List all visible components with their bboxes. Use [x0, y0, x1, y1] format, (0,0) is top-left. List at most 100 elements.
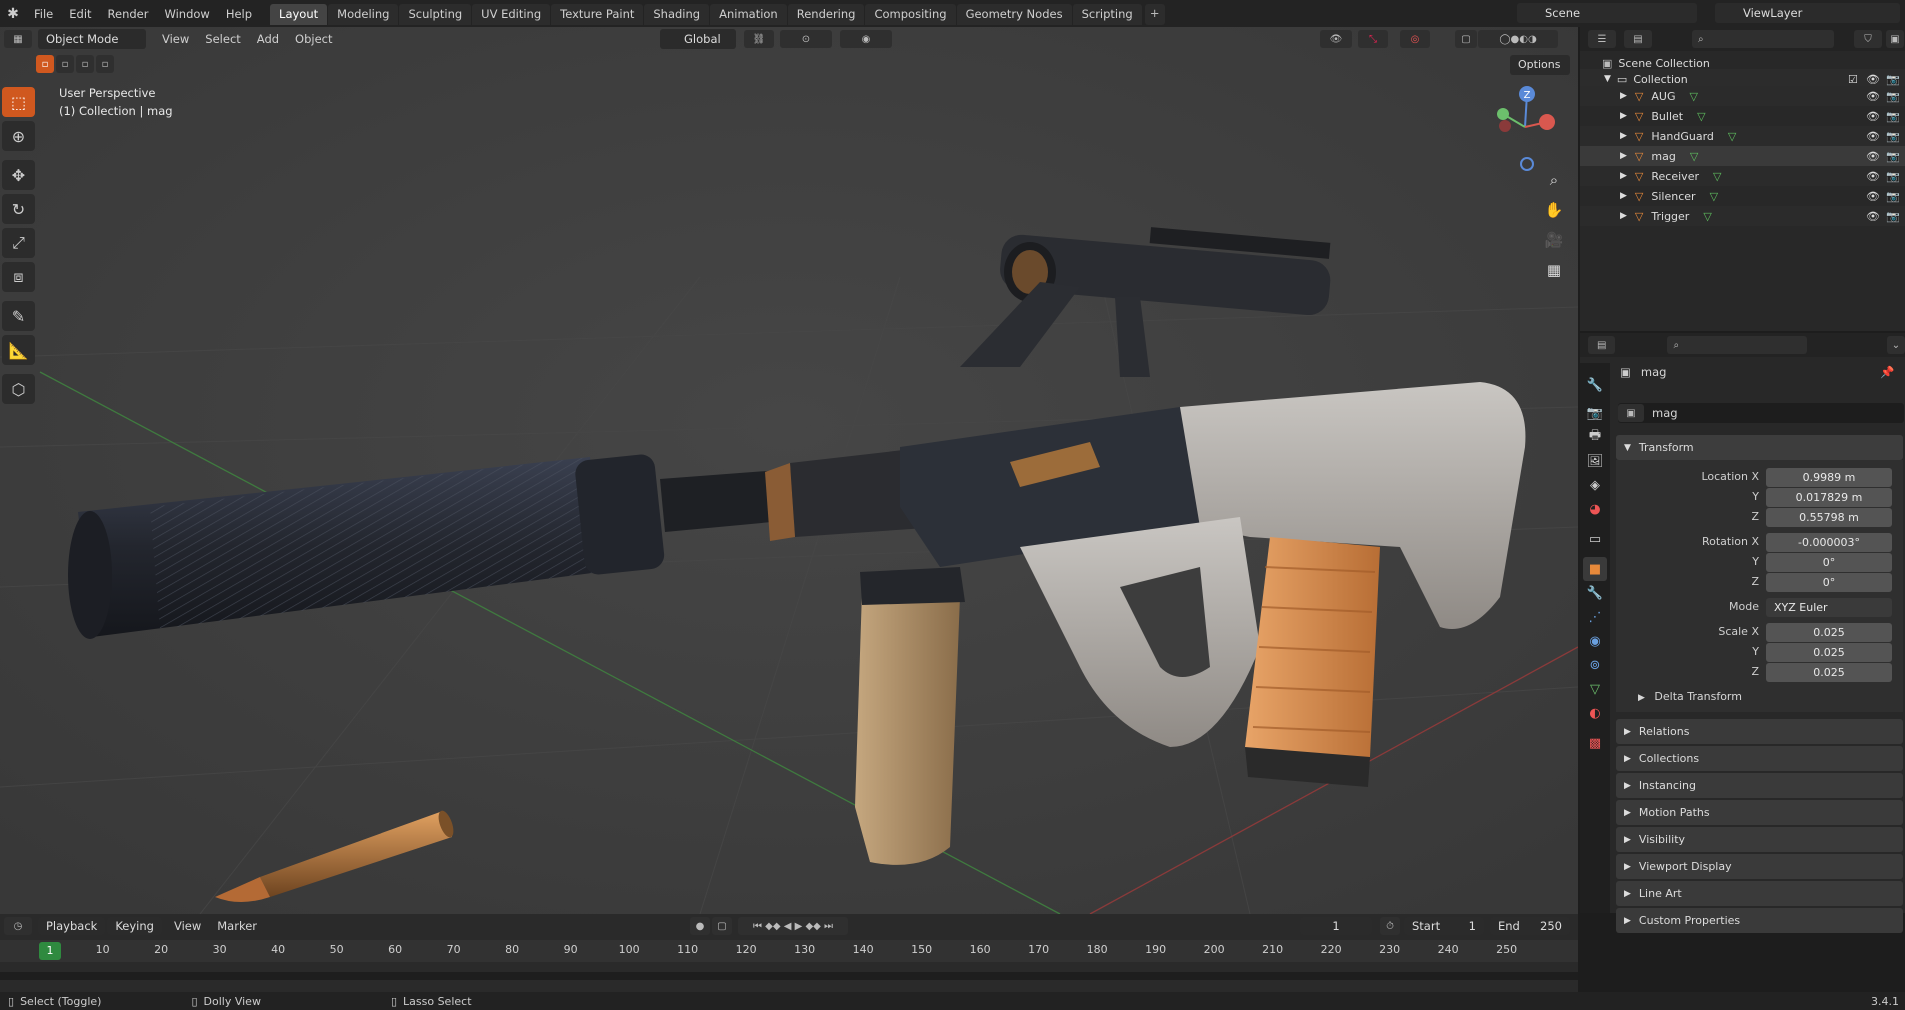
panel-header[interactable]: ▶ Relations: [1616, 719, 1903, 744]
menu-window[interactable]: Window: [156, 7, 217, 21]
zoom-icon[interactable]: ⌕: [1541, 167, 1567, 193]
menu-file[interactable]: File: [26, 7, 61, 21]
select-subtract-icon[interactable]: ▫: [76, 55, 94, 73]
mode-dropdown[interactable]: Object Mode: [38, 29, 146, 49]
collection-eye-icon[interactable]: 👁: [1866, 73, 1880, 86]
world-tab-icon[interactable]: ◕: [1583, 497, 1607, 521]
start-frame-field[interactable]: Start 1: [1404, 917, 1484, 935]
timeline-scrollbar[interactable]: [0, 972, 1578, 980]
material-tab-icon[interactable]: ◐: [1583, 701, 1607, 725]
snap-icon[interactable]: ⊙: [780, 30, 832, 48]
3d-viewport[interactable]: ▦ Object Mode View Select Add Object Glo…: [0, 27, 1578, 914]
outliner-search-input[interactable]: ⌕: [1692, 30, 1834, 48]
collection-camera-icon[interactable]: 📷: [1886, 73, 1900, 86]
keying-dropdown[interactable]: Keying: [107, 917, 162, 935]
tab-rendering[interactable]: Rendering: [787, 3, 865, 25]
object-name-field[interactable]: ▣ mag: [1618, 403, 1904, 423]
panel-header[interactable]: ▶ Collections: [1616, 746, 1903, 771]
navigation-gizmo[interactable]: Z: [1485, 82, 1565, 172]
pin-icon[interactable]: 📌: [1880, 365, 1894, 379]
object-camera-icon[interactable]: 📷: [1886, 90, 1900, 103]
tab-scripting[interactable]: Scripting: [1072, 3, 1142, 25]
expand-object-icon[interactable]: ▶: [1620, 91, 1627, 101]
vp-menu-object[interactable]: Object: [287, 32, 340, 46]
outliner-object-row[interactable]: ▶ ▽ AUG ▽ 👁 📷: [1580, 86, 1905, 106]
tab-animation[interactable]: Animation: [710, 3, 787, 25]
move-tool-icon[interactable]: ✥: [2, 160, 35, 190]
rotate-tool-icon[interactable]: ↻: [2, 194, 35, 224]
data-tab-icon[interactable]: ▽: [1583, 677, 1607, 701]
tab-uv-editing[interactable]: UV Editing: [472, 3, 551, 25]
add-workspace-button[interactable]: +: [1144, 3, 1165, 25]
vp-menu-add[interactable]: Add: [249, 32, 287, 46]
rotation-mode-dropdown[interactable]: XYZ Euler: [1766, 598, 1892, 617]
filter-icon[interactable]: ⛉: [1854, 30, 1882, 48]
object-eye-icon[interactable]: 👁: [1866, 210, 1880, 223]
perspective-toggle-icon[interactable]: ▦: [1541, 257, 1567, 283]
particles-tab-icon[interactable]: ⋰: [1583, 605, 1607, 629]
properties-editor-icon[interactable]: ▤: [1588, 336, 1616, 354]
outliner-object-row[interactable]: ▶ ▽ Silencer ▽ 👁 📷: [1580, 186, 1905, 206]
current-frame-field[interactable]: 1: [1300, 917, 1372, 935]
playback-dropdown[interactable]: Playback: [38, 917, 106, 935]
object-camera-icon[interactable]: 📷: [1886, 190, 1900, 203]
visibility-icon[interactable]: 👁: [1320, 30, 1352, 48]
texture-tab-icon[interactable]: ▩: [1583, 731, 1607, 755]
expand-object-icon[interactable]: ▶: [1620, 111, 1627, 121]
select-invert-icon[interactable]: ▫: [96, 55, 114, 73]
tab-shading[interactable]: Shading: [644, 3, 710, 25]
object-eye-icon[interactable]: 👁: [1866, 90, 1880, 103]
panel-header[interactable]: ▶ Custom Properties: [1616, 908, 1903, 933]
playhead[interactable]: 1: [39, 942, 61, 960]
panel-header[interactable]: ▶ Line Art: [1616, 881, 1903, 906]
tab-layout[interactable]: Layout: [270, 3, 328, 25]
menu-help[interactable]: Help: [218, 7, 260, 21]
xray-icon[interactable]: ▢: [1455, 30, 1477, 48]
scale-tool-icon[interactable]: ⤢: [2, 228, 35, 258]
menu-edit[interactable]: Edit: [61, 7, 99, 21]
new-collection-icon[interactable]: ▣: [1886, 30, 1904, 48]
properties-search-input[interactable]: ⌕: [1667, 336, 1807, 354]
collection-checkbox-icon[interactable]: ☑: [1848, 73, 1858, 86]
object-eye-icon[interactable]: 👁: [1866, 110, 1880, 123]
menu-render[interactable]: Render: [100, 7, 157, 21]
transform-tool-icon[interactable]: ⧈: [2, 262, 35, 292]
orientation-dropdown[interactable]: Global: [660, 29, 736, 49]
gizmo-toggle-icon[interactable]: ⤡: [1358, 30, 1388, 48]
scene-tab-icon[interactable]: ◈: [1583, 473, 1607, 497]
viewlayer-selector[interactable]: ViewLayer: [1715, 3, 1900, 23]
rotation-y-field[interactable]: 0°: [1766, 553, 1892, 572]
object-tab-icon[interactable]: ■: [1583, 557, 1607, 581]
object-camera-icon[interactable]: 📷: [1886, 110, 1900, 123]
editor-type-icon[interactable]: ▦: [4, 30, 32, 48]
options-dropdown[interactable]: Options: [1510, 55, 1570, 75]
physics-tab-icon[interactable]: ◉: [1583, 629, 1607, 653]
tab-geometry-nodes[interactable]: Geometry Nodes: [956, 3, 1072, 25]
outliner-object-row[interactable]: ▶ ▽ HandGuard ▽ 👁 📷: [1580, 126, 1905, 146]
outliner-editor-icon[interactable]: ☰: [1588, 30, 1616, 48]
scale-z-field[interactable]: 0.025: [1766, 663, 1892, 682]
object-eye-icon[interactable]: 👁: [1866, 190, 1880, 203]
object-camera-icon[interactable]: 📷: [1886, 150, 1900, 163]
display-mode-icon[interactable]: ▤: [1624, 30, 1652, 48]
expand-object-icon[interactable]: ▶: [1620, 151, 1627, 161]
select-new-icon[interactable]: ▫: [36, 55, 54, 73]
object-eye-icon[interactable]: 👁: [1866, 150, 1880, 163]
object-eye-icon[interactable]: 👁: [1866, 170, 1880, 183]
outliner-object-row[interactable]: ▶ ▽ Bullet ▽ 👁 📷: [1580, 106, 1905, 126]
output-tab-icon[interactable]: 🖶: [1583, 425, 1607, 449]
tab-texture-paint[interactable]: Texture Paint: [551, 3, 644, 25]
record-icon[interactable]: ●: [690, 917, 710, 935]
expand-object-icon[interactable]: ▶: [1620, 171, 1627, 181]
expand-collection-icon[interactable]: ▼: [1604, 74, 1611, 84]
tool-tab-icon[interactable]: 🔧: [1583, 373, 1607, 397]
end-frame-field[interactable]: End 250: [1490, 917, 1570, 935]
location-y-field[interactable]: 0.017829 m: [1766, 488, 1892, 507]
tab-compositing[interactable]: Compositing: [865, 3, 956, 25]
outliner-object-row[interactable]: ▶ ▽ Trigger ▽ 👁 📷: [1580, 206, 1905, 226]
panel-header[interactable]: ▶ Visibility: [1616, 827, 1903, 852]
scene-selector[interactable]: Scene: [1517, 3, 1697, 23]
shading-modes-icon[interactable]: ◯●◐◑: [1478, 30, 1558, 48]
playback-controls-icon[interactable]: ⏮ ◆◆ ◀ ▶ ◆◆ ⏭: [738, 917, 848, 935]
select-extend-icon[interactable]: ▫: [56, 55, 74, 73]
